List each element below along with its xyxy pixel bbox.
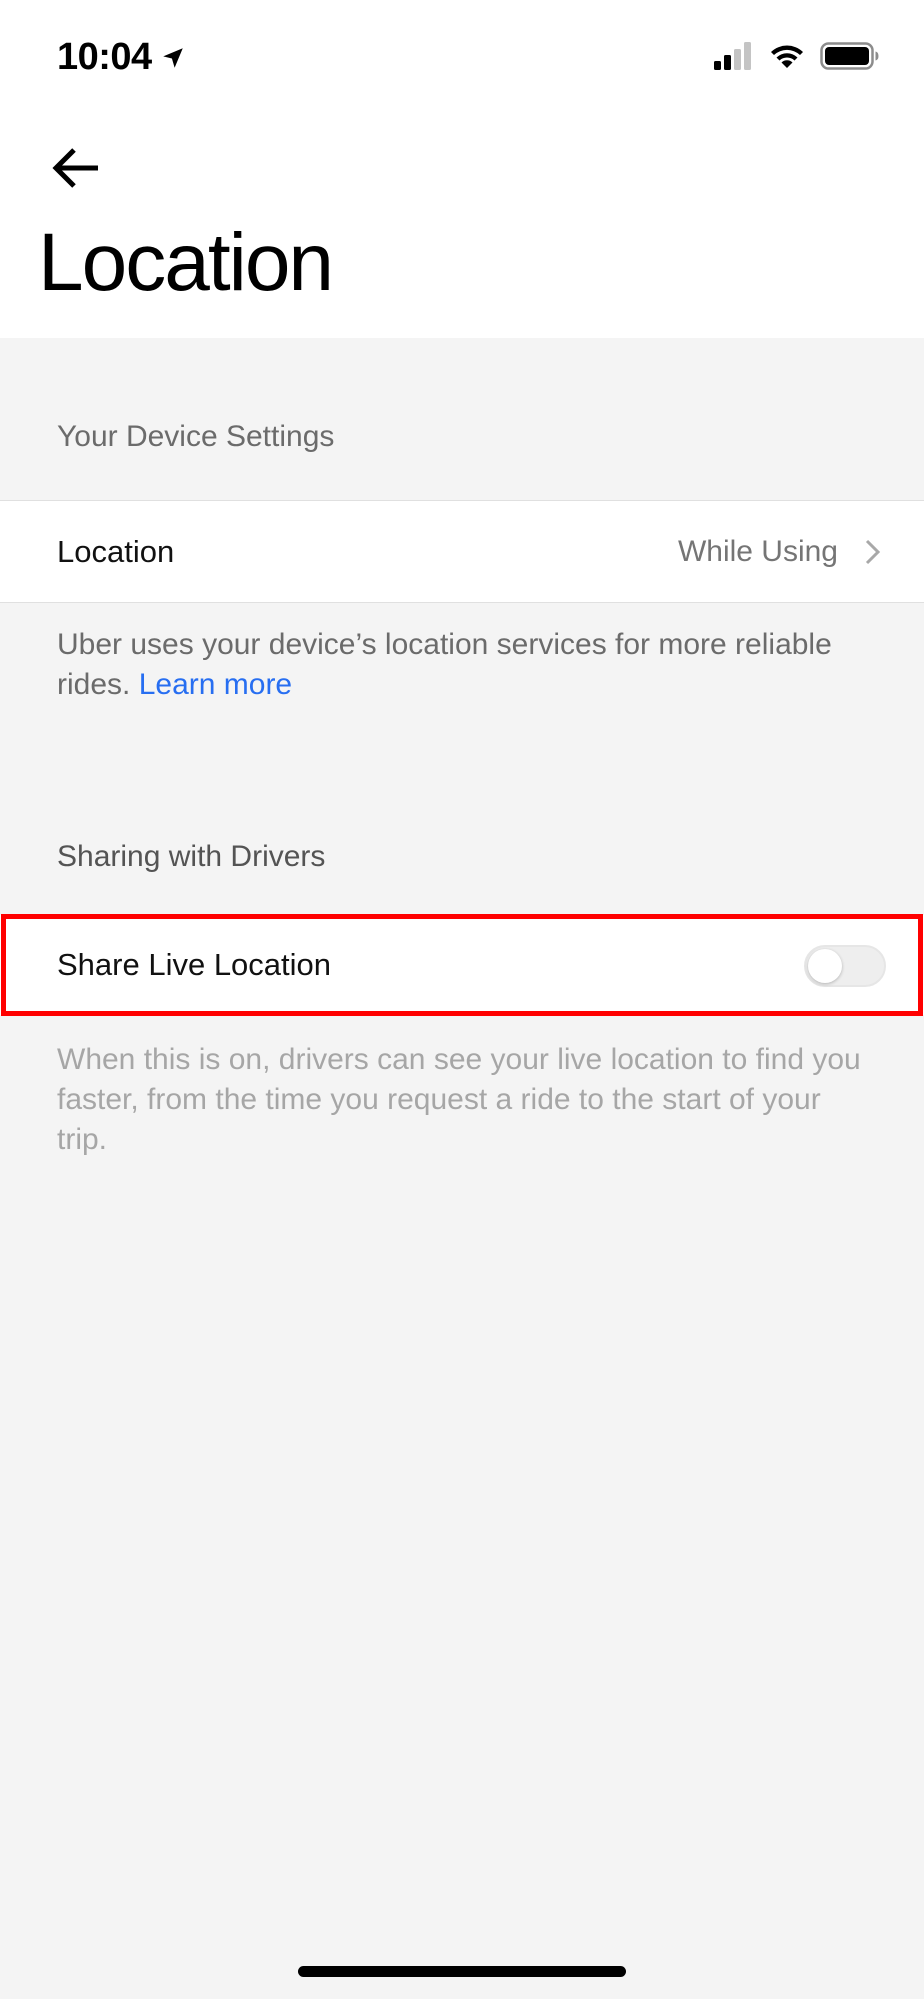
arrow-left-icon (52, 148, 98, 188)
location-permission-row[interactable]: Location While Using (0, 500, 924, 603)
chevron-right-icon (865, 539, 881, 564)
top-header-area: 10:04 Location (0, 0, 924, 338)
share-live-location-label: Share Live Location (57, 947, 332, 982)
time-text: 10:04 (57, 36, 152, 78)
toggle-knob (808, 949, 842, 983)
section-header-device-settings: Your Device Settings (57, 420, 335, 453)
location-row-label: Location (57, 533, 175, 569)
wifi-icon (771, 45, 803, 68)
status-bar-icons (714, 42, 880, 70)
share-live-location-row[interactable]: Share Live Location (0, 915, 924, 1015)
status-bar-time: 10:04 (57, 36, 186, 79)
learn-more-link[interactable]: Learn more (139, 668, 292, 701)
location-arrow-icon (162, 47, 183, 68)
sharing-footnote: When this is on, drivers can see your li… (57, 1043, 861, 1156)
page-title: Location (38, 217, 334, 308)
cellular-signal-icon (714, 42, 751, 70)
location-row-value: While Using (677, 534, 838, 568)
section-header-sharing: Sharing with Drivers (57, 840, 326, 873)
battery-icon (820, 42, 879, 70)
back-button[interactable] (48, 140, 104, 196)
share-live-location-toggle[interactable] (804, 945, 886, 987)
location-footnote: Uber uses your device’s location service… (57, 625, 877, 705)
home-indicator[interactable] (298, 1966, 626, 1977)
